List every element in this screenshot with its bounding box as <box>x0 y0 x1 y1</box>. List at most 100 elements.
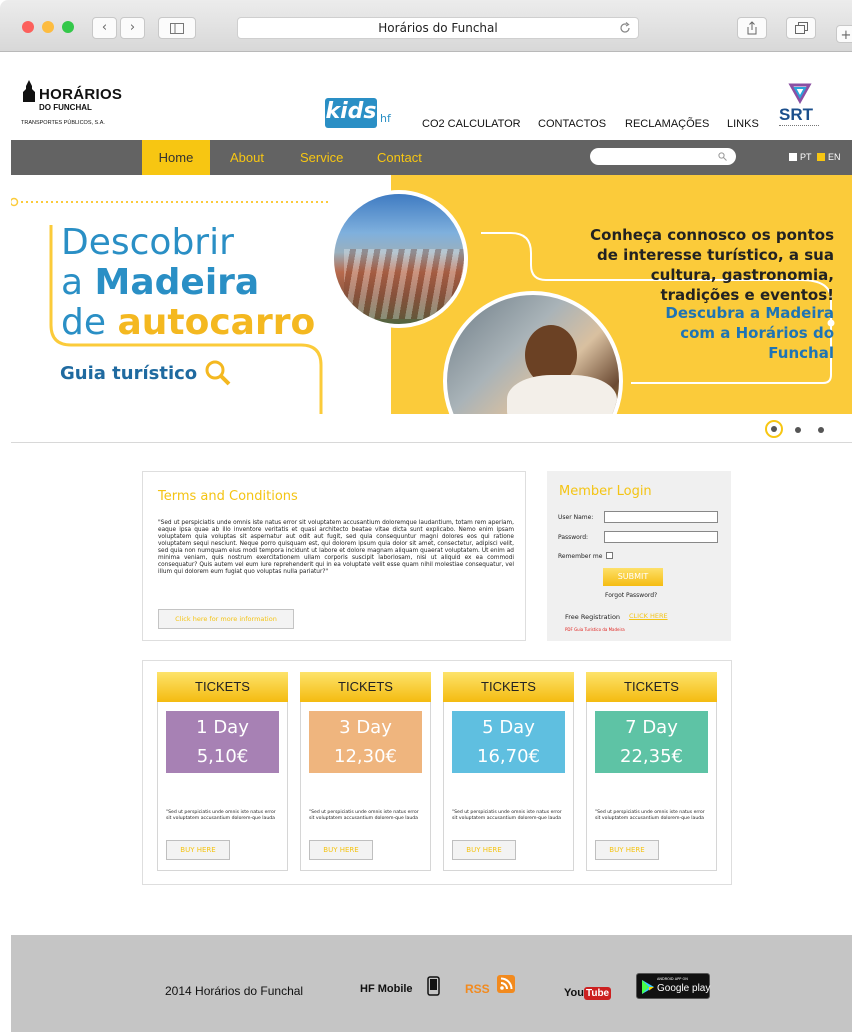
ticket-days: 1 Day <box>196 717 249 738</box>
ticket-header: TICKETS <box>443 672 574 702</box>
new-tab-button[interactable]: + <box>836 25 852 43</box>
ticket-days: 3 Day <box>339 717 392 738</box>
login-title: Member Login <box>559 484 652 499</box>
ticket-days: 5 Day <box>482 717 535 738</box>
ticket-price-box: 7 Day 22,35€ <box>595 711 708 773</box>
forgot-password-link[interactable]: Forgot Password? <box>605 592 657 599</box>
srt-logo[interactable]: SRT <box>779 80 821 132</box>
hero-title-madeira: Madeira <box>94 262 260 303</box>
forward-button[interactable]: › <box>120 17 145 39</box>
buy-here-button[interactable]: BUY HERE <box>166 840 230 860</box>
username-label: User Name: <box>558 514 594 521</box>
register-link[interactable]: CLICK HERE <box>629 612 668 620</box>
menu-service[interactable]: Service <box>300 140 343 175</box>
link-co2-calculator[interactable]: CO2 CALCULATOR <box>422 118 521 130</box>
search-icon[interactable] <box>718 152 727 161</box>
sidebar-toggle-button[interactable] <box>158 17 196 39</box>
ticket-header: TICKETS <box>586 672 717 702</box>
sidebar-icon <box>170 23 184 34</box>
submit-button[interactable]: SUBMIT <box>603 568 663 586</box>
horarios-logo[interactable]: HORÁRIOS DO FUNCHAL TRANSPORTES PÚBLICOS… <box>21 80 142 130</box>
reload-icon[interactable] <box>619 22 631 34</box>
terms-panel: Terms and Conditions "Sed ut perspiciati… <box>142 471 526 641</box>
ticket-price-box: 3 Day 12,30€ <box>309 711 422 773</box>
buy-here-button[interactable]: BUY HERE <box>452 840 516 860</box>
kids-suffix: hf <box>380 112 391 125</box>
slide-dot-2[interactable] <box>795 427 801 433</box>
google-play-icon <box>642 980 654 994</box>
google-play-badge[interactable]: ANDROID APP ON Google play <box>636 973 710 999</box>
divider <box>11 442 852 443</box>
search-input[interactable] <box>590 148 736 165</box>
ticket-header: TICKETS <box>300 672 431 702</box>
browser-toolbar: ‹ › Horários do Funchal + <box>0 0 852 52</box>
ticket-price: 12,30€ <box>334 746 397 767</box>
chevron-left-icon: ‹ <box>101 20 108 35</box>
tower-icon <box>23 80 35 102</box>
link-reclamacoes[interactable]: RECLAMAÇÕES <box>625 118 709 130</box>
menu-about[interactable]: About <box>230 140 264 175</box>
ticket-card: TICKETS 5 Day 16,70€ "Sed ut perspiciatis… <box>443 672 574 871</box>
ticket-price: 22,35€ <box>620 746 683 767</box>
en-checkbox[interactable] <box>817 153 825 161</box>
footer: 2014 Horários do Funchal HF Mobile RSS Y… <box>11 935 852 1032</box>
funchal-city-photo <box>330 190 468 328</box>
more-info-button[interactable]: Click here for more information <box>158 609 294 629</box>
footer-copyright: 2014 Horários do Funchal <box>165 984 304 998</box>
remember-checkbox[interactable] <box>606 552 613 559</box>
ticket-price: 16,70€ <box>477 746 540 767</box>
hero-title-autocarro: autocarro <box>117 302 316 343</box>
logo-tagline: TRANSPORTES PÚBLICOS, S.A. <box>21 120 105 126</box>
ticket-card: TICKETS 7 Day 22,35€ "Sed ut perspiciatis… <box>586 672 717 871</box>
hero-title-line3a: de <box>61 302 118 343</box>
share-button[interactable] <box>737 17 767 39</box>
gplay-small-text: ANDROID APP ON <box>657 977 688 981</box>
password-field[interactable] <box>604 531 718 543</box>
close-window-button[interactable] <box>22 21 34 33</box>
free-registration-label: Free Registration <box>565 613 621 621</box>
tabs-button[interactable] <box>786 17 816 39</box>
menu-home[interactable]: Home <box>142 140 210 175</box>
address-bar[interactable]: Horários do Funchal <box>237 17 639 39</box>
ticket-card: TICKETS 1 Day 5,10€ "Sed ut perspiciatis … <box>157 672 288 871</box>
minimize-window-button[interactable] <box>42 21 54 33</box>
hero-guide-label: Guia turístico <box>60 363 198 384</box>
share-icon <box>747 21 757 35</box>
hero-title-line2a: a <box>61 262 95 303</box>
link-links[interactable]: LINKS <box>727 118 759 130</box>
youtube-link[interactable]: You Tube <box>564 981 612 1000</box>
login-panel: Member Login User Name: Password: Rememb… <box>547 471 731 641</box>
ticket-description: "Sed ut perspiciatis unde omnis iste nat… <box>309 810 419 821</box>
logo-sub: DO FUNCHAL <box>39 103 92 112</box>
zoom-window-button[interactable] <box>62 21 74 33</box>
ticket-description: "Sed ut perspiciatis unde omnis iste nat… <box>452 810 562 821</box>
terms-title: Terms and Conditions <box>158 489 298 504</box>
hf-mobile-link[interactable]: HF Mobile <box>360 983 413 995</box>
link-contactos[interactable]: CONTACTOS <box>538 118 606 130</box>
ticket-days: 7 Day <box>625 717 678 738</box>
lang-en[interactable]: EN <box>817 152 841 162</box>
ticket-card: TICKETS 3 Day 12,30€ "Sed ut perspiciatis… <box>300 672 431 871</box>
srt-emblem-icon <box>788 83 812 104</box>
youtube-tube-text: Tube <box>583 987 612 1000</box>
youtube-text: You <box>564 987 584 999</box>
slide-dot-1[interactable] <box>765 420 783 438</box>
buy-here-button[interactable]: BUY HERE <box>309 840 373 860</box>
kids-hf-logo[interactable]: kids hf <box>325 98 395 130</box>
username-field[interactable] <box>604 511 718 523</box>
logo-name: HORÁRIOS <box>39 86 123 103</box>
lang-pt[interactable]: PT <box>789 152 812 162</box>
slide-dot-3[interactable] <box>818 427 824 433</box>
tabs-icon <box>794 22 808 34</box>
back-button[interactable]: ‹ <box>92 17 117 39</box>
rss-link[interactable]: RSS <box>465 982 490 996</box>
rss-icon[interactable] <box>497 975 515 993</box>
buy-here-button[interactable]: BUY HERE <box>595 840 659 860</box>
menu-contact[interactable]: Contact <box>377 140 422 175</box>
mobile-phone-icon <box>427 976 440 996</box>
ticket-description: "Sed ut perspiciatis unde omnis iste nat… <box>166 810 276 821</box>
pdf-guide-link[interactable]: PDF Guia Turístico da Madeira <box>565 627 625 632</box>
ticket-price: 5,10€ <box>196 746 249 767</box>
pt-checkbox[interactable] <box>789 153 797 161</box>
kids-text: kids <box>325 98 377 128</box>
